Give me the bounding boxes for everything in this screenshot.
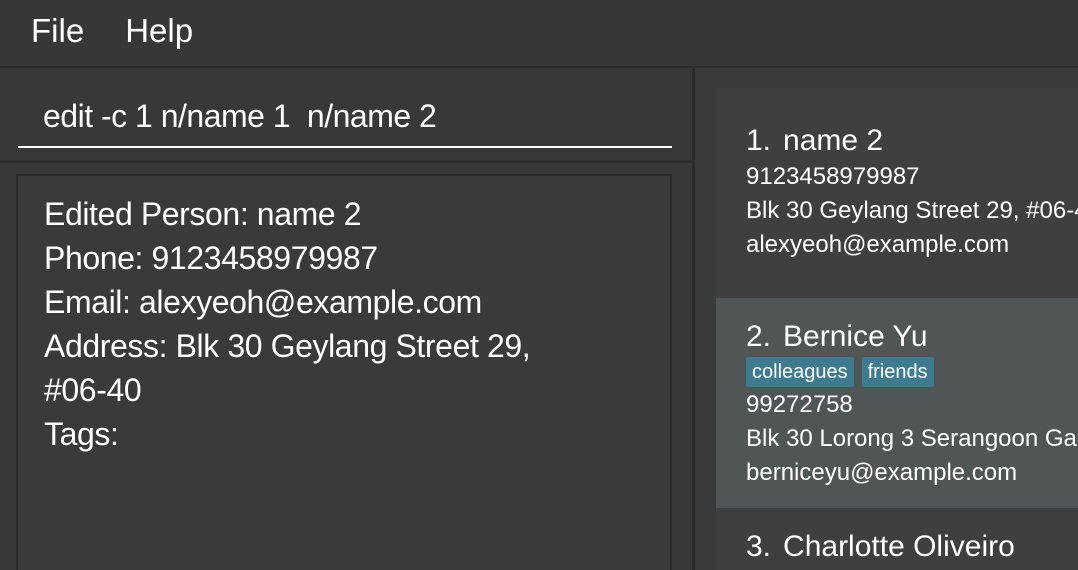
- person-index: 3.: [746, 530, 772, 563]
- result-line-email: Email: alexyeoh@example.com: [44, 284, 482, 320]
- left-pane: Edited Person: name 2 Phone: 91234589799…: [0, 68, 695, 570]
- person-card-2[interactable]: 2. Bernice Yu colleagues friends 99272758…: [716, 298, 1078, 508]
- person-card-1[interactable]: 1. name 2 9123458979987 Blk 30 Geylang St…: [716, 88, 1078, 298]
- result-line-phone: Phone: 9123458979987: [44, 240, 378, 276]
- person-email: alexyeoh@example.com: [746, 231, 1010, 258]
- command-input[interactable]: [18, 86, 672, 148]
- person-card-header: 1. name 2: [746, 88, 1078, 160]
- menu-file[interactable]: File: [31, 0, 84, 68]
- person-card-header: 3. Charlotte Oliveiro: [746, 508, 1078, 566]
- person-name: name 2: [783, 124, 884, 157]
- person-phone: 99272758: [746, 391, 853, 418]
- person-list-panel: 1. name 2 9123458979987 Blk 30 Geylang St…: [695, 68, 1078, 570]
- person-email: berniceyu@example.com: [746, 459, 1018, 486]
- menu-help[interactable]: Help: [125, 0, 193, 68]
- person-card-header: 2. Bernice Yu: [746, 298, 1078, 356]
- menu-bar: File Help: [0, 0, 1078, 68]
- command-box: [0, 68, 692, 163]
- person-card-3[interactable]: 3. Charlotte Oliveiro: [716, 508, 1078, 570]
- person-index: 1.: [746, 124, 772, 157]
- result-line-name: Edited Person: name 2: [44, 196, 362, 232]
- person-list[interactable]: 1. name 2 9123458979987 Blk 30 Geylang St…: [716, 88, 1078, 570]
- result-line-address: Address: Blk 30 Geylang Street 29,: [44, 328, 531, 364]
- result-line-address-cont: #06-40: [44, 372, 142, 408]
- result-display: Edited Person: name 2 Phone: 91234589799…: [16, 174, 672, 570]
- person-tags: colleagues friends: [746, 356, 1078, 388]
- app-window: File Help Edited Person: name 2 Phone: 9…: [0, 0, 1078, 570]
- person-index: 2.: [746, 320, 772, 353]
- person-name: Bernice Yu: [783, 320, 928, 353]
- person-phone: 9123458979987: [746, 163, 920, 190]
- person-address: Blk 30 Geylang Street 29, #06-40: [746, 197, 1078, 224]
- result-line-tags: Tags:: [44, 416, 119, 452]
- tag-colleagues: colleagues: [746, 357, 854, 387]
- person-address: Blk 30 Lorong 3 Serangoon Gardens: [746, 425, 1078, 452]
- person-name: Charlotte Oliveiro: [783, 530, 1015, 563]
- tag-friends: friends: [861, 357, 934, 387]
